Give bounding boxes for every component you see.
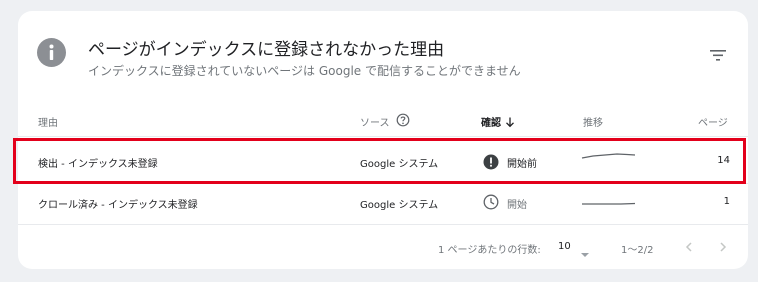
card-subtitle: インデックスに登録されていないページは Google で配信することができません (88, 64, 521, 78)
column-header-validation[interactable]: 確認 (481, 114, 501, 129)
row-reason: 検出 - インデックス未登録 (38, 159, 158, 170)
error-icon (483, 154, 499, 174)
column-header-trend: 推移 (583, 118, 603, 129)
footer-divider (18, 224, 748, 225)
next-page-button[interactable] (716, 239, 730, 253)
row-validation-status: 開始 (507, 200, 527, 211)
rows-per-page-value: 10 (558, 241, 571, 252)
sort-descending-icon[interactable] (504, 113, 516, 132)
row-pages-count: 14 (717, 155, 730, 166)
pagination-range: 1〜2/2 (621, 245, 654, 256)
trend-sparkline (582, 202, 636, 205)
clock-icon (483, 194, 499, 214)
row-source: Google システム (360, 200, 439, 211)
info-icon (37, 38, 66, 67)
header-divider (18, 136, 748, 137)
non-indexed-reasons-card: ページがインデックスに登録されなかった理由 インデックスに登録されていないページ… (18, 11, 748, 269)
column-header-source[interactable]: ソース (360, 114, 390, 129)
trend-sparkline (581, 153, 636, 159)
column-header-reason[interactable]: 理由 (38, 114, 58, 129)
column-header-pages[interactable]: ページ (698, 114, 728, 129)
row-divider (18, 183, 748, 184)
dropdown-arrow-icon (580, 243, 590, 262)
rows-per-page-label: 1 ページあたりの行数: (438, 245, 541, 256)
card-title: ページがインデックスに登録されなかった理由 (88, 40, 445, 60)
row-source: Google システム (360, 159, 439, 170)
row-pages-count: 1 (723, 196, 730, 207)
help-icon[interactable] (396, 112, 410, 131)
row-reason: クロール済み - インデックス未登録 (38, 200, 198, 211)
row-validation-status: 開始前 (507, 159, 537, 170)
filter-icon[interactable] (708, 47, 728, 63)
previous-page-button[interactable] (682, 239, 696, 253)
